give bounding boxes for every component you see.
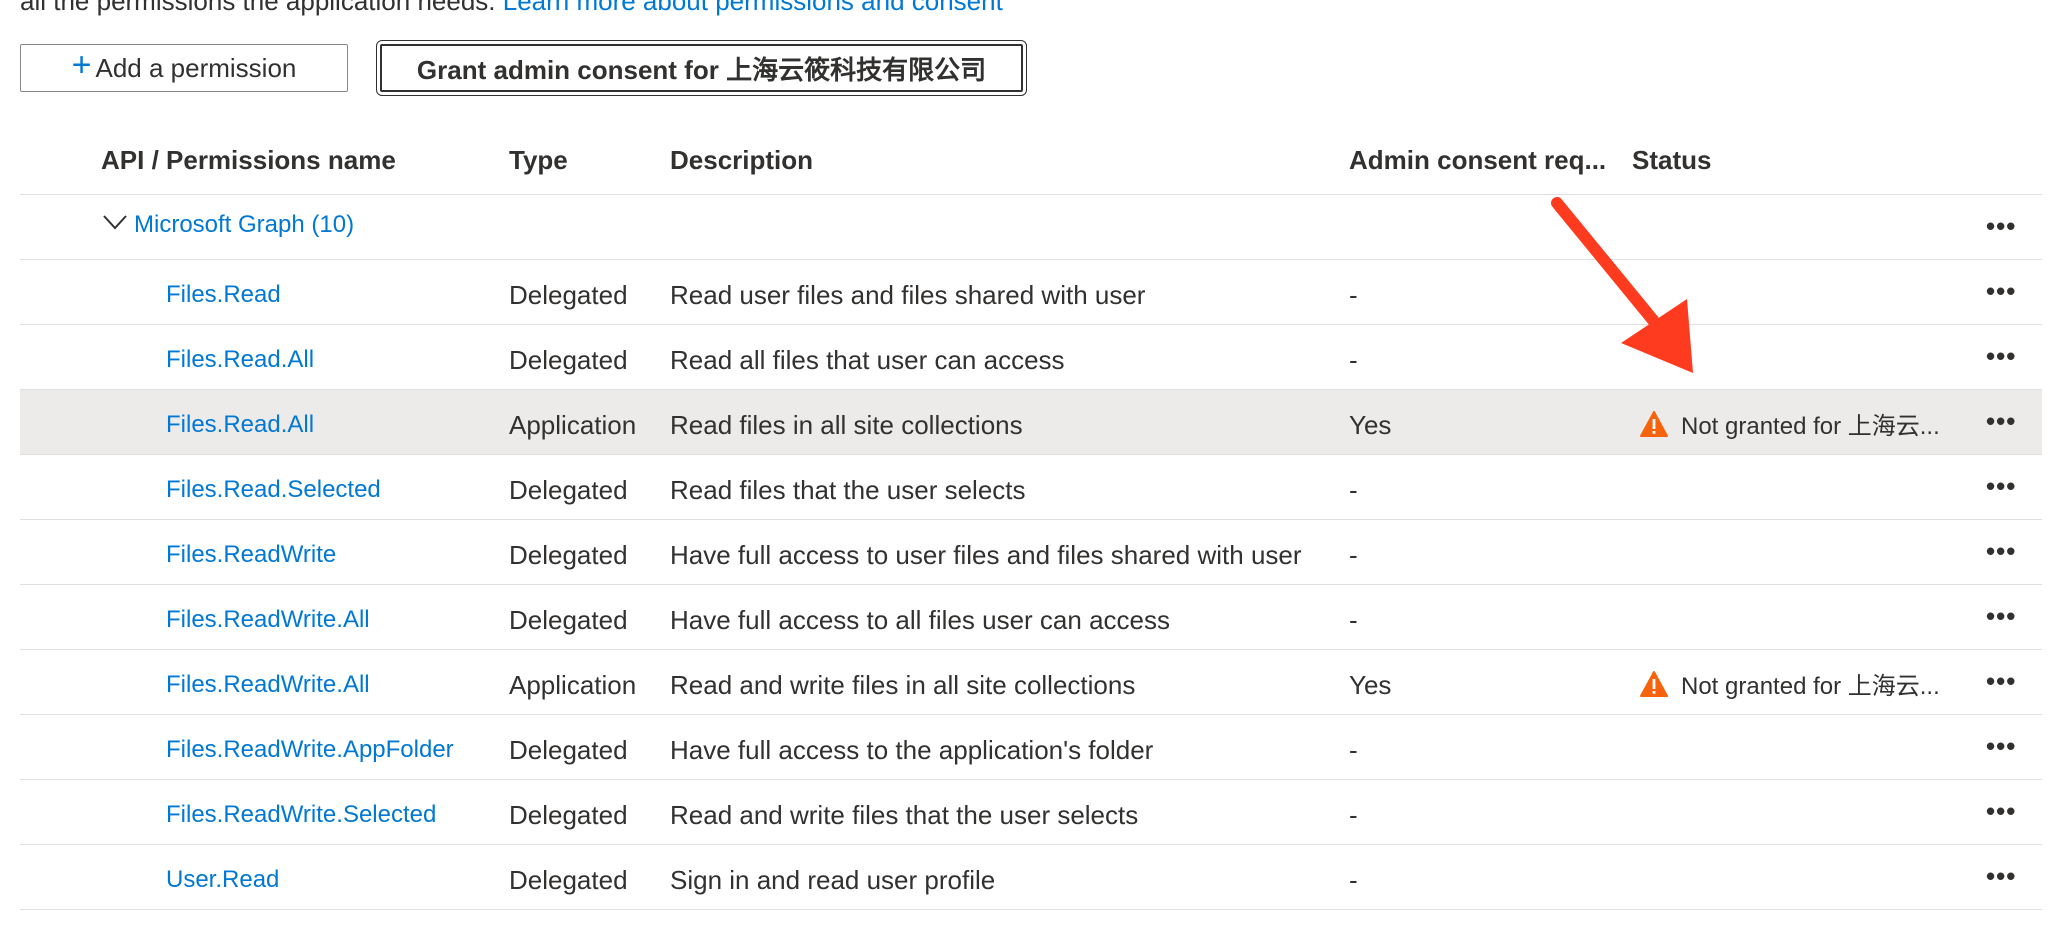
table-header: API / Permissions name Type Description … [20,130,2042,195]
more-options-icon[interactable]: ••• [1986,211,2016,242]
intro-sentence: all the permissions the application need… [20,0,496,16]
admin-consent-required: - [1349,605,1358,635]
more-options-icon[interactable]: ••• [1986,731,2016,762]
admin-consent-required: - [1349,540,1358,570]
admin-consent-required: - [1349,800,1358,830]
table-row[interactable]: Files.Read.Selected Delegated Read files t… [20,455,2042,520]
table-row[interactable]: Files.ReadWrite.Selected Delegated Read an… [20,780,2042,845]
more-options-icon[interactable]: ••• [1986,276,2016,307]
group-row-microsoft-graph[interactable]: Microsoft Graph (10) ••• [20,195,2042,260]
permission-description: Have full access to all files user can a… [670,605,1170,635]
permission-type: Delegated [509,735,628,765]
more-options-icon[interactable]: ••• [1986,341,2016,372]
permission-description: Sign in and read user profile [670,865,996,895]
permission-name-link[interactable]: Files.ReadWrite.All [166,671,370,699]
permission-description: Read and write files that the user selec… [670,800,1139,830]
table-row[interactable]: Files.Read Delegated Read user files and f… [20,260,2042,325]
permission-name-link[interactable]: Files.ReadWrite.AppFolder [166,736,454,764]
column-header-admin-consent[interactable]: Admin consent req... [1349,145,1606,176]
permission-type: Delegated [509,865,628,895]
grant-admin-consent-button[interactable]: Grant admin consent for 上海云筱科技有限公司 [376,40,1027,96]
permission-type: Delegated [509,540,628,570]
permission-description: Have full access to the application's fo… [670,735,1154,765]
permission-type: Application [509,670,637,700]
more-options-icon[interactable]: ••• [1986,796,2016,827]
table-row[interactable]: Files.ReadWrite Delegated Have full access… [20,520,2042,585]
table-row[interactable]: Files.Read.All Application Read files in a… [20,390,2042,455]
status-text: Not granted for 上海云... [1681,673,1940,700]
permission-type: Application [509,410,637,440]
column-header-name[interactable]: API / Permissions name [101,145,396,176]
admin-consent-required: - [1349,345,1358,375]
admin-consent-required: - [1349,475,1358,505]
admin-consent-required: - [1349,865,1358,895]
status-badge: Not granted for 上海云... [1639,406,1969,441]
column-header-description[interactable]: Description [670,145,813,176]
column-header-type[interactable]: Type [509,145,568,176]
plus-icon: + [71,46,92,84]
permission-name-link[interactable]: Files.Read.All [166,411,314,439]
intro-text: all the permissions the application need… [20,0,1003,17]
permission-name-link[interactable]: Files.ReadWrite.Selected [166,801,436,829]
permission-name-link[interactable]: Files.Read [166,281,281,309]
permission-type: Delegated [509,345,628,375]
permission-name-link[interactable]: User.Read [166,866,279,894]
permission-name-link[interactable]: Files.Read.Selected [166,476,381,504]
permission-description: Read user files and files shared with us… [670,280,1146,310]
table-row[interactable]: Files.Read.All Delegated Read all files th… [20,325,2042,390]
table-row[interactable]: Files.ReadWrite.All Delegated Have full ac… [20,585,2042,650]
permission-description: Read all files that user can access [670,345,1065,375]
permission-name-link[interactable]: Files.ReadWrite.All [166,606,370,634]
admin-consent-required: - [1349,735,1358,765]
warning-icon [1640,410,1668,437]
permission-name-link[interactable]: Files.Read.All [166,346,314,374]
permissions-table: API / Permissions name Type Description … [20,130,2042,910]
admin-consent-required: Yes [1349,670,1392,700]
column-header-status[interactable]: Status [1632,145,1711,176]
permissions-learn-more-link[interactable]: Learn more about permissions and consent [503,0,1003,16]
table-row[interactable]: User.Read Delegated Sign in and read user … [20,845,2042,910]
more-options-icon[interactable]: ••• [1986,861,2016,892]
permission-description: Have full access to user files and files… [670,540,1302,570]
permission-description: Read files in all site collections [670,410,1023,440]
permission-type: Delegated [509,475,628,505]
grant-admin-consent-label: Grant admin consent for 上海云筱科技有限公司 [416,54,987,85]
admin-consent-required: Yes [1349,410,1392,440]
admin-consent-required: - [1349,280,1358,310]
more-options-icon[interactable]: ••• [1986,666,2016,697]
more-options-icon[interactable]: ••• [1986,601,2016,632]
more-options-icon[interactable]: ••• [1986,471,2016,502]
chevron-down-icon[interactable] [102,209,128,235]
permission-type: Delegated [509,280,628,310]
table-row[interactable]: Files.ReadWrite.All Application Read and w… [20,650,2042,715]
permission-description: Read and write files in all site collect… [670,670,1136,700]
annotation-arrow-icon [1551,197,1693,373]
status-text: Not granted for 上海云... [1681,413,1940,440]
add-permission-button[interactable]: + Add a permission [20,44,348,92]
permission-type: Delegated [509,800,628,830]
table-row[interactable]: Files.ReadWrite.AppFolder Delegated Have f… [20,715,2042,780]
group-label[interactable]: Microsoft Graph (10) [134,211,354,239]
status-badge: Not granted for 上海云... [1639,666,1969,701]
permission-rows: Files.Read Delegated Read user files and f… [20,260,2042,910]
permission-type: Delegated [509,605,628,635]
add-permission-label: Add a permission [95,52,297,83]
more-options-icon[interactable]: ••• [1986,536,2016,567]
more-options-icon[interactable]: ••• [1986,406,2016,437]
permission-name-link[interactable]: Files.ReadWrite [166,541,336,569]
permission-description: Read files that the user selects [670,475,1026,505]
warning-icon [1640,670,1668,697]
